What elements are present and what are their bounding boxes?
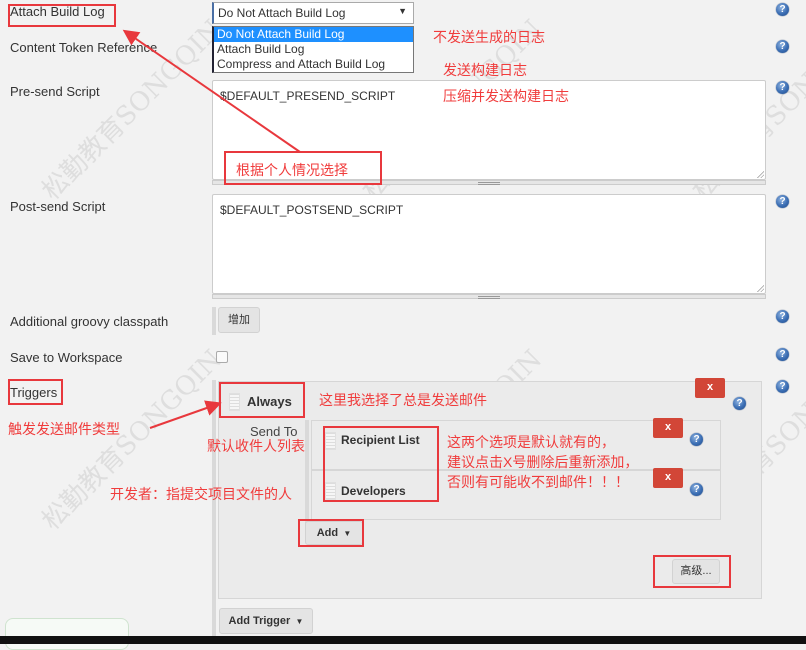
arrow-to-always — [149, 400, 222, 429]
annotation-arrows — [122, 29, 301, 429]
arrow-to-attach-label — [122, 29, 301, 153]
